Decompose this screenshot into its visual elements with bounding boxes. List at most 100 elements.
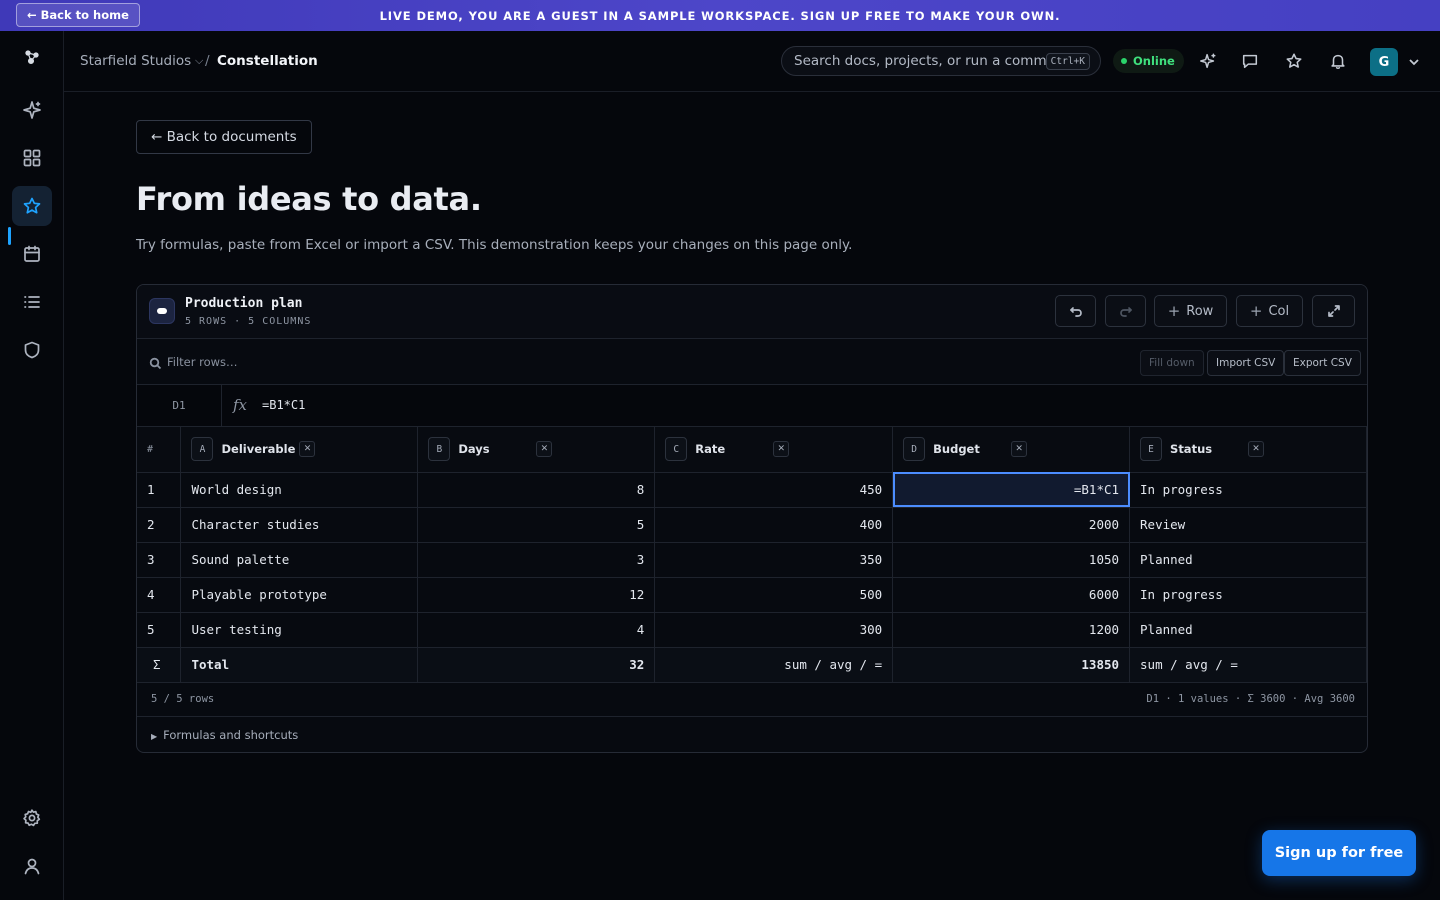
status-badge: Online xyxy=(1113,49,1184,73)
data-grid: # A Deliverable ✕ B Days ✕ C Rate ✕ D Budget ✕ E… xyxy=(137,427,1367,683)
row-count: 5 / 5 rows xyxy=(151,693,215,705)
cell-rate[interactable]: 400 xyxy=(654,507,894,543)
breadcrumb-page: Constellation xyxy=(217,53,318,69)
cell-deliverable[interactable]: World design xyxy=(180,472,419,508)
formula-input[interactable]: =B1*C1 xyxy=(262,398,305,412)
cell-rate[interactable]: 450 xyxy=(654,472,894,508)
add-column-label: Col xyxy=(1268,303,1290,319)
cell-deliverable[interactable]: Playable prototype xyxy=(180,577,419,613)
total-days[interactable]: 32 xyxy=(417,647,656,683)
total-status-aggregate[interactable]: sum / avg / = xyxy=(1129,647,1367,683)
total-budget[interactable]: 13850 xyxy=(892,647,1131,683)
column-name[interactable]: Status xyxy=(1170,442,1248,456)
row-number[interactable]: 5 xyxy=(137,612,182,648)
shortcuts-label: Formulas and shortcuts xyxy=(163,728,299,742)
search-icon xyxy=(149,355,162,370)
grid-icon[interactable] xyxy=(12,138,52,178)
export-csv-button[interactable]: Export CSV xyxy=(1284,350,1361,376)
total-rate-aggregate[interactable]: sum / avg / = xyxy=(654,647,894,683)
comment-icon[interactable] xyxy=(1239,50,1261,72)
cell-budget[interactable]: 1200 xyxy=(892,612,1131,648)
cell-days[interactable]: 8 xyxy=(417,472,656,508)
search-input[interactable] xyxy=(794,47,1048,75)
star-icon[interactable] xyxy=(1283,50,1305,72)
close-icon[interactable]: ✕ xyxy=(1248,441,1265,458)
back-to-documents-button[interactable]: ← Back to documents xyxy=(136,120,312,154)
star-icon[interactable] xyxy=(12,186,52,226)
caret-right-icon: ▶ xyxy=(151,732,158,741)
cell-rate[interactable]: 300 xyxy=(654,612,894,648)
cell-days[interactable]: 5 xyxy=(417,507,656,543)
command-search[interactable]: Ctrl+K xyxy=(781,46,1101,76)
cell-budget[interactable]: 6000 xyxy=(892,577,1131,613)
column-name[interactable]: Rate xyxy=(695,442,773,456)
total-row: Σ Total 32 sum / avg / = 13850 sum / avg… xyxy=(137,647,1367,683)
close-icon[interactable]: ✕ xyxy=(1011,441,1028,458)
column-header-c[interactable]: C Rate ✕ xyxy=(654,427,894,473)
cell-reference[interactable]: D1 xyxy=(137,385,222,426)
sigma-icon: Σ xyxy=(137,647,182,683)
add-row-button[interactable]: + Row xyxy=(1154,295,1227,327)
sign-up-button[interactable]: Sign up for free xyxy=(1262,830,1416,876)
banner-text: LIVE DEMO, YOU ARE A GUEST IN A SAMPLE W… xyxy=(379,8,1061,23)
cell-deliverable[interactable]: Sound palette xyxy=(180,542,419,578)
row-number[interactable]: 4 xyxy=(137,577,182,613)
user-icon[interactable] xyxy=(12,846,52,886)
close-icon[interactable]: ✕ xyxy=(773,441,790,458)
search-shortcut: Ctrl+K xyxy=(1045,53,1090,70)
back-to-home-button[interactable]: ← Back to home xyxy=(16,3,140,27)
demo-banner: LIVE DEMO, YOU ARE A GUEST IN A SAMPLE W… xyxy=(0,0,1440,31)
row-number[interactable]: 2 xyxy=(137,507,182,543)
bell-icon[interactable] xyxy=(1327,50,1349,72)
formulas-shortcuts-toggle[interactable]: ▶ Formulas and shortcuts xyxy=(151,728,298,742)
spreadsheet-card: Production plan 5 ROWS · 5 COLUMNS + Row … xyxy=(136,284,1368,753)
column-header-e[interactable]: E Status ✕ xyxy=(1129,427,1367,473)
cell-rate[interactable]: 500 xyxy=(654,577,894,613)
undo-button[interactable] xyxy=(1055,295,1096,327)
chevron-down-icon[interactable]: ⌵ xyxy=(195,54,203,68)
cell-deliverable[interactable]: Character studies xyxy=(180,507,419,543)
plus-icon: + xyxy=(1167,302,1181,320)
cell-deliverable[interactable]: User testing xyxy=(180,612,419,648)
redo-icon xyxy=(1119,307,1132,317)
shield-icon[interactable] xyxy=(12,330,52,370)
cell-status[interactable]: Review xyxy=(1129,507,1367,543)
expand-button[interactable] xyxy=(1312,295,1355,327)
sparkle-icon[interactable] xyxy=(1197,50,1219,72)
cell-status[interactable]: In progress xyxy=(1129,472,1367,508)
cell-status[interactable]: In progress xyxy=(1129,577,1367,613)
column-header-d[interactable]: D Budget ✕ xyxy=(892,427,1131,473)
column-header-a[interactable]: A Deliverable ✕ xyxy=(180,427,419,473)
add-column-button[interactable]: + Col xyxy=(1236,295,1303,327)
cell-budget[interactable]: 2000 xyxy=(892,507,1131,543)
cell-days[interactable]: 3 xyxy=(417,542,656,578)
cell-status[interactable]: Planned xyxy=(1129,542,1367,578)
column-name[interactable]: Budget xyxy=(933,442,1011,456)
cell-days[interactable]: 12 xyxy=(417,577,656,613)
column-name[interactable]: Days xyxy=(458,442,536,456)
list-icon[interactable] xyxy=(12,282,52,322)
cell-status[interactable]: Planned xyxy=(1129,612,1367,648)
row-number[interactable]: 3 xyxy=(137,542,182,578)
breadcrumb-org[interactable]: Starfield Studios xyxy=(80,53,191,69)
column-header-b[interactable]: B Days ✕ xyxy=(417,427,656,473)
fill-down-button[interactable]: Fill down xyxy=(1140,350,1204,376)
close-icon[interactable]: ✕ xyxy=(536,441,553,458)
column-name[interactable]: Deliverable xyxy=(221,442,299,456)
avatar[interactable]: G xyxy=(1370,48,1398,76)
calendar-icon[interactable] xyxy=(12,234,52,274)
logo-icon[interactable] xyxy=(12,38,52,78)
cell-budget[interactable]: 1050 xyxy=(892,542,1131,578)
cell-budget-selected[interactable]: =B1*C1 xyxy=(892,472,1131,508)
close-icon[interactable]: ✕ xyxy=(299,441,316,458)
filter-rows-input[interactable] xyxy=(167,351,567,373)
import-csv-button[interactable]: Import CSV xyxy=(1207,350,1285,376)
gear-icon[interactable] xyxy=(12,798,52,838)
redo-button[interactable] xyxy=(1105,295,1146,327)
cell-days[interactable]: 4 xyxy=(417,612,656,648)
row-number[interactable]: 1 xyxy=(137,472,182,508)
row-number-header: # xyxy=(137,427,182,473)
chevron-down-icon[interactable] xyxy=(1407,54,1421,68)
cell-rate[interactable]: 350 xyxy=(654,542,894,578)
sparkle-icon[interactable] xyxy=(12,90,52,130)
